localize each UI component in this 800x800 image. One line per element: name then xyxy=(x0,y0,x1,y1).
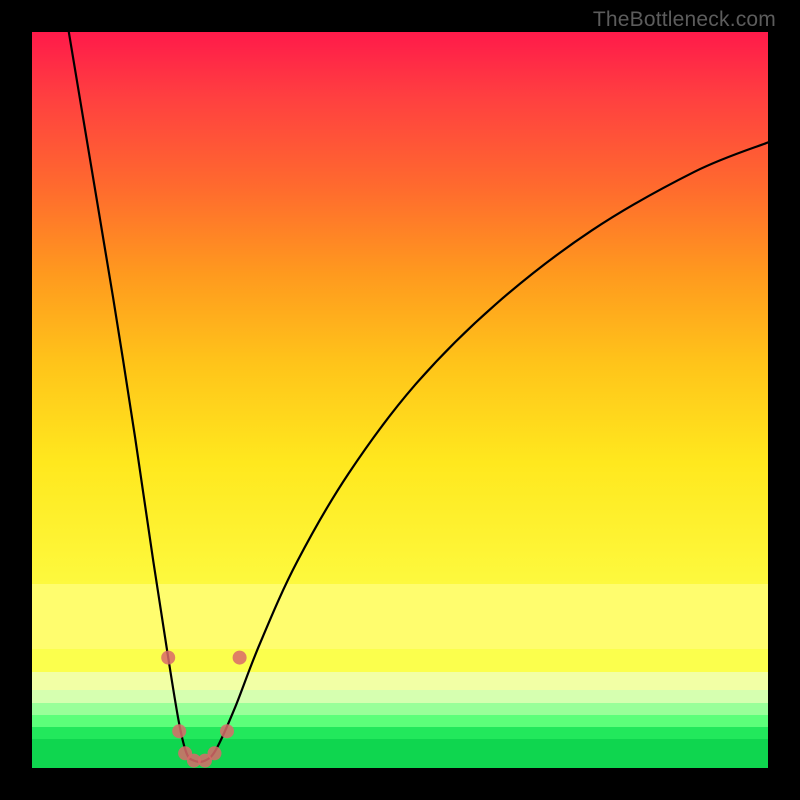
curve-marker xyxy=(172,724,186,738)
curve-marker xyxy=(220,724,234,738)
watermark-text: TheBottleneck.com xyxy=(593,8,776,32)
bottleneck-curve xyxy=(69,32,768,762)
curve-marker xyxy=(208,746,222,760)
curve-svg xyxy=(32,32,768,768)
curve-marker xyxy=(233,651,247,665)
curve-marker xyxy=(161,651,175,665)
plot-area xyxy=(32,32,768,768)
chart-frame: TheBottleneck.com xyxy=(0,0,800,800)
